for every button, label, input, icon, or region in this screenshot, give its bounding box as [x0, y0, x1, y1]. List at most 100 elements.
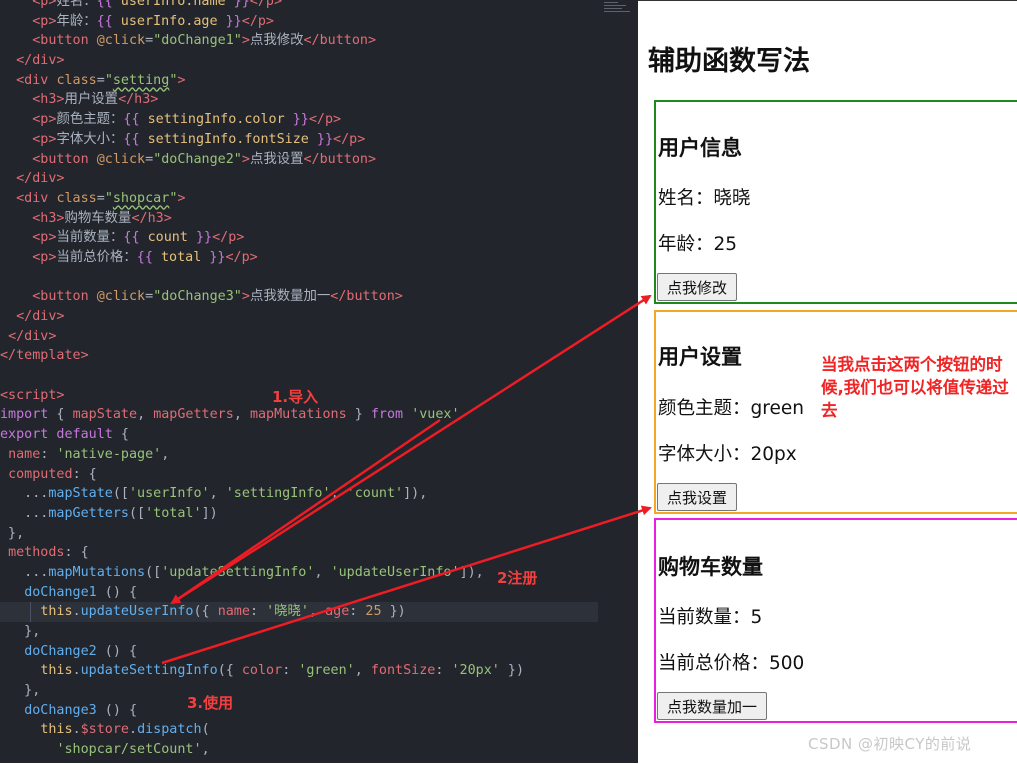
- code-line[interactable]: ...mapState(['userInfo', 'settingInfo', …: [0, 484, 598, 504]
- code-line[interactable]: <button @click="doChange3">点我数量加一</butto…: [0, 287, 598, 307]
- code-editor[interactable]: <p>姓名：{{ userInfo.name }}</p> <p>年龄：{{ u…: [0, 0, 638, 763]
- count-add-button[interactable]: 点我数量加一: [657, 692, 768, 720]
- code-line[interactable]: this.$store.dispatch(: [0, 720, 598, 740]
- font-size-text: 字体大小：20px: [658, 444, 797, 465]
- code-token: <script>: [0, 387, 65, 403]
- code-line[interactable]: <p>年龄：{{ userInfo.age }}</p>: [0, 12, 598, 32]
- code-line[interactable]: [0, 268, 598, 288]
- code-token: >: [241, 151, 250, 167]
- modify-button[interactable]: 点我修改: [657, 273, 738, 301]
- code-token: "doChange3": [153, 289, 242, 305]
- code-token: computed: [8, 466, 73, 482]
- code-line[interactable]: ...mapGetters(['total']): [0, 504, 598, 524]
- code-line[interactable]: doChange2 () {: [0, 642, 598, 662]
- shopcar-heading: 购物车数量: [658, 555, 763, 579]
- code-token: name: [8, 446, 41, 462]
- code-line[interactable]: <div class="setting">: [0, 71, 598, 91]
- code-token: setting: [112, 72, 170, 88]
- code-token: class: [56, 190, 97, 206]
- code-line[interactable]: <div class="shopcar">: [0, 189, 598, 209]
- code-token: >: [241, 33, 250, 49]
- code-token: ": [104, 190, 113, 206]
- code-line[interactable]: <button @click="doChange1">点我修改</button>: [0, 31, 598, 51]
- code-token: ({: [217, 663, 242, 679]
- code-token: =: [96, 72, 105, 88]
- code-line[interactable]: <p>当前数量：{{ count }}</p>: [0, 228, 598, 248]
- code-token: ]),: [459, 564, 484, 580]
- code-token: ": [104, 72, 113, 88]
- code-line[interactable]: name: 'native-page',: [0, 445, 598, 465]
- browser-preview: 辅助函数写法 用户信息 姓名：晓晓 年龄：25 点我修改 用户设置 颜色主题：g…: [638, 0, 1017, 764]
- code-token: </p>: [308, 112, 342, 128]
- code-token: =: [145, 33, 154, 49]
- code-token: ...: [0, 486, 49, 502]
- code-line[interactable]: </div>: [0, 169, 598, 189]
- code-line[interactable]: doChange3 () {: [0, 701, 598, 721]
- code-line[interactable]: export default {: [0, 425, 598, 445]
- code-line[interactable]: <p>字体大小：{{ settingInfo.fontSize }}</p>: [0, 130, 598, 150]
- code-token: 颜色主题：: [56, 112, 124, 128]
- code-line[interactable]: },: [0, 681, 598, 701]
- current-count-text: 当前数量：5: [658, 607, 763, 628]
- code-line[interactable]: this.updateUserInfo({ name: '晓晓', age: 2…: [0, 602, 598, 622]
- code-line[interactable]: </div>: [0, 307, 598, 327]
- code-line[interactable]: </div>: [0, 327, 598, 347]
- code-line[interactable]: [0, 366, 598, 386]
- code-token: ,: [354, 663, 371, 679]
- code-token: () {: [96, 643, 138, 659]
- code-content[interactable]: <p>姓名：{{ userInfo.name }}</p> <p>年龄：{{ u…: [0, 0, 598, 760]
- setting-button[interactable]: 点我设置: [657, 483, 738, 511]
- code-line[interactable]: <p>当前总价格：{{ total }}</p>: [0, 248, 598, 268]
- code-line[interactable]: this.updateSettingInfo({ color: 'green',…: [0, 661, 598, 681]
- code-token: </button>: [303, 33, 377, 49]
- code-line[interactable]: <h3>购物车数量</h3>: [0, 209, 598, 229]
- code-token: ...: [0, 505, 49, 521]
- code-token: 当前数量：: [56, 230, 124, 246]
- code-line[interactable]: },: [0, 524, 598, 544]
- code-token: (: [201, 722, 210, 738]
- code-token: mapState: [72, 407, 138, 423]
- code-token: }}: [225, 0, 250, 9]
- code-line[interactable]: },: [0, 622, 598, 642]
- code-token: ,: [233, 407, 250, 423]
- code-token: <h3>: [32, 210, 65, 226]
- code-token: from: [370, 407, 404, 423]
- code-line[interactable]: methods: {: [0, 543, 598, 563]
- code-line[interactable]: <h3>用户设置</h3>: [0, 90, 598, 110]
- code-line[interactable]: <p>颜色主题：{{ settingInfo.color }}</p>: [0, 110, 598, 130]
- code-token: <p>: [32, 112, 57, 128]
- user-info-card: 用户信息 姓名：晓晓 年龄：25 点我修改: [654, 100, 1017, 304]
- code-token: :: [40, 446, 57, 462]
- code-token: },: [0, 525, 25, 541]
- code-token: :: [349, 604, 366, 620]
- code-line[interactable]: </template>: [0, 346, 598, 366]
- code-token: ([: [112, 486, 129, 502]
- minimap[interactable]: [604, 0, 638, 30]
- code-token: : {: [64, 545, 89, 561]
- code-token: ,: [201, 742, 210, 758]
- code-line[interactable]: <p>姓名：{{ userInfo.name }}</p>: [0, 0, 598, 12]
- side-note-annotation: 当我点击这两个按钮的时候,我们也可以将值传递过去: [821, 355, 1009, 420]
- annotation-register: 2注册: [497, 569, 538, 587]
- code-line[interactable]: </div>: [0, 51, 598, 71]
- watermark: CSDN @初映CY的前说: [808, 735, 972, 753]
- code-line[interactable]: <button @click="doChange2">点我设置</button>: [0, 150, 598, 170]
- code-line[interactable]: computed: {: [0, 465, 598, 485]
- code-token: }}: [201, 249, 226, 265]
- code-line[interactable]: import { mapState, mapGetters, mapMutati…: [0, 405, 598, 425]
- code-token: >: [177, 72, 186, 88]
- code-token: methods: [8, 545, 65, 561]
- code-token: {{: [96, 13, 121, 29]
- code-token: settingInfo.color: [147, 112, 285, 128]
- shopcar-card: 购物车数量 当前数量：5 当前总价格：500 点我数量加一: [654, 518, 1017, 723]
- code-line[interactable]: 'shopcar/setCount',: [0, 740, 598, 760]
- code-token: ,: [330, 486, 347, 502]
